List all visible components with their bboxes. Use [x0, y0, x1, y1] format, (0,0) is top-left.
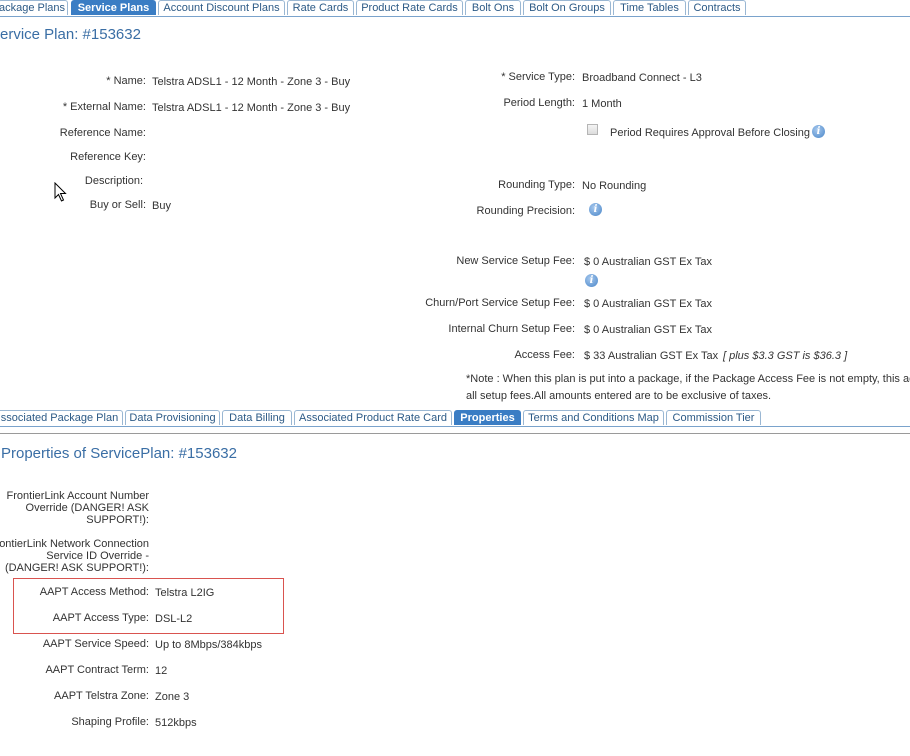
tab-rate-cards[interactable]: Rate Cards: [287, 0, 354, 15]
buy-sell-label: Buy or Sell:: [89, 199, 146, 211]
tab-properties[interactable]: Properties: [454, 410, 521, 425]
buy-sell-value: Buy: [152, 200, 171, 212]
period-approval-checkbox[interactable]: [587, 124, 598, 135]
shaping-profile-value: 512kbps: [155, 717, 197, 729]
churn-setup-fee-value: $ 0 Australian GST Ex Tax: [584, 298, 712, 310]
period-length-label: Period Length:: [503, 97, 575, 109]
tab-product-rate-cards[interactable]: Product Rate Cards: [356, 0, 463, 15]
tab-bolt-ons[interactable]: Bolt Ons: [465, 0, 521, 15]
new-setup-fee-value: $ 0 Australian GST Ex Tax: [584, 256, 712, 268]
aapt-access-method-value: Telstra L2IG: [155, 587, 215, 599]
rounding-type-value: No Rounding: [582, 180, 647, 192]
external-name-value: Telstra ADSL1 - 12 Month - Zone 3 - Buy: [152, 102, 351, 114]
access-fee-note: [ plus $3.3 GST is $36.3 ]: [723, 350, 848, 362]
aapt-telstra-zone-value: Zone 3: [155, 691, 190, 703]
tab-bolt-on-groups[interactable]: Bolt On Groups: [523, 0, 611, 15]
churn-setup-fee-label: Churn/Port Service Setup Fee:: [425, 297, 575, 309]
access-fee-label: Access Fee:: [514, 349, 575, 361]
period-approval-label: Period Requires Approval Before Closing: [610, 127, 810, 139]
name-label: * Name:: [106, 75, 146, 87]
service-type-label: * Service Type:: [501, 71, 575, 83]
access-fee-value: $ 33 Australian GST Ex Tax: [584, 350, 719, 362]
note-line-1: *Note : When this plan is put into a pac…: [466, 373, 910, 385]
internal-churn-label: Internal Churn Setup Fee:: [448, 323, 575, 335]
rounding-type-label: Rounding Type:: [498, 179, 575, 191]
aapt-service-speed-value: Up to 8Mbps/384kbps: [155, 639, 263, 651]
rounding-precision-label: Rounding Precision:: [476, 205, 575, 217]
internal-churn-value: $ 0 Australian GST Ex Tax: [584, 324, 712, 336]
service-type-value: Broadband Connect - L3: [582, 72, 702, 84]
tab-data-billing[interactable]: Data Billing: [222, 410, 292, 425]
aapt-access-method-label: AAPT Access Method:: [39, 586, 149, 598]
tab-commission-tier[interactable]: Commission Tier: [666, 410, 761, 425]
aapt-access-type-value: DSL-L2: [155, 613, 193, 625]
tab-associated-product-rate-card[interactable]: Associated Product Rate Card: [294, 410, 452, 425]
tab-contracts[interactable]: Contracts: [688, 0, 746, 15]
aapt-telstra-zone-label: AAPT Telstra Zone:: [54, 690, 149, 702]
tab-account-discount-plans[interactable]: Account Discount Plans: [158, 0, 285, 15]
top-tab-bar: ackage Plans Service Plans Account Disco…: [0, 0, 910, 17]
new-setup-fee-info-icon[interactable]: i: [585, 274, 598, 287]
tab-time-tables[interactable]: Time Tables: [613, 0, 686, 15]
rounding-precision-info-icon[interactable]: i: [589, 203, 602, 216]
tab-service-plans[interactable]: Service Plans: [71, 0, 156, 15]
period-length-value: 1 Month: [582, 98, 622, 110]
tab-associated-package-plan[interactable]: ssociated Package Plan: [0, 410, 123, 425]
name-value: Telstra ADSL1 - 12 Month - Zone 3 - Buy: [152, 76, 351, 88]
reference-name-label: Reference Name:: [59, 127, 146, 139]
tab-data-provisioning[interactable]: Data Provisioning: [125, 410, 220, 425]
external-name-label: * External Name:: [62, 101, 146, 113]
note-line-2: all setup fees.All amounts entered are t…: [466, 390, 772, 402]
frontier-network-label: rontierLink Network Connection Service I…: [0, 538, 149, 574]
description-label: Description:: [84, 175, 143, 187]
page-title: ervice Plan: #153632: [0, 26, 141, 43]
new-setup-fee-label: New Service Setup Fee:: [456, 255, 575, 267]
period-approval-info-icon[interactable]: i: [812, 125, 825, 138]
aapt-service-speed-label: AAPT Service Speed:: [42, 638, 149, 650]
properties-title: Properties of ServicePlan: #153632: [1, 445, 237, 462]
aapt-contract-term-value: 12: [155, 665, 168, 677]
aapt-contract-term-label: AAPT Contract Term:: [45, 664, 149, 676]
aapt-access-type-label: AAPT Access Type:: [52, 612, 149, 624]
section-divider: [0, 433, 910, 434]
tab-package-plans[interactable]: ackage Plans: [0, 0, 68, 15]
tab-terms-and-conditions-map[interactable]: Terms and Conditions Map: [523, 410, 664, 425]
shaping-profile-label: Shaping Profile:: [71, 716, 149, 728]
sub-tab-bar: ssociated Package Plan Data Provisioning…: [0, 410, 910, 427]
reference-key-label: Reference Key:: [70, 151, 146, 163]
mouse-cursor-icon: [54, 182, 67, 202]
frontier-account-label: FrontierLink Account Number Override (DA…: [6, 490, 149, 526]
